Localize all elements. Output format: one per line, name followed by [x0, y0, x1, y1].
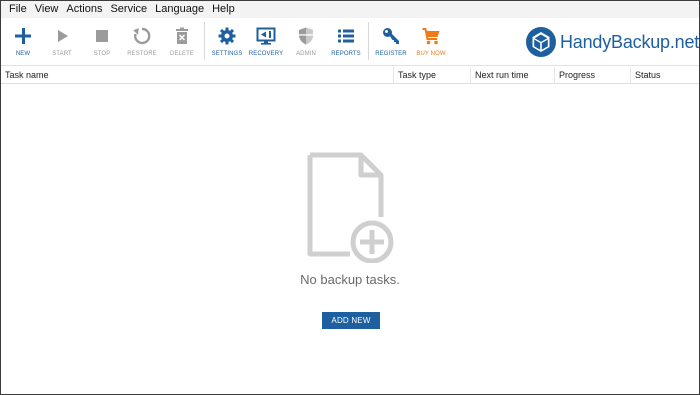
register-button[interactable]: REGISTER — [370, 18, 412, 66]
gear-icon — [218, 27, 236, 45]
menu-actions[interactable]: Actions — [62, 1, 106, 18]
column-next-run-time[interactable]: Next run time — [470, 67, 554, 84]
trash-icon — [176, 27, 188, 44]
handybackup-logo: HandyBackup.net — [525, 24, 699, 60]
recovery-label: RECOVERY — [248, 51, 284, 57]
buy-now-button[interactable]: BUY NOW — [410, 18, 452, 66]
task-list-empty-state: No backup tasks. ADD NEW — [1, 85, 699, 395]
task-table-header: Task name Task type Next run time Progre… — [1, 67, 699, 84]
new-label: NEW — [15, 51, 31, 57]
empty-message: No backup tasks. — [300, 272, 400, 287]
settings-button[interactable]: SETTINGS — [206, 18, 248, 66]
new-button[interactable]: NEW — [2, 18, 44, 66]
restore-button[interactable]: RESTORE — [121, 18, 163, 66]
new-document-icon — [307, 152, 394, 263]
admin-label: ADMIN — [296, 51, 316, 57]
menu-help[interactable]: Help — [208, 1, 239, 18]
recovery-button[interactable]: RECOVERY — [245, 18, 287, 66]
list-icon — [338, 29, 354, 43]
start-button[interactable]: START — [41, 18, 83, 66]
restore-label: RESTORE — [127, 51, 157, 57]
plus-icon — [15, 28, 31, 44]
menu-bar: File View Actions Service Language Help — [1, 1, 699, 18]
stop-icon — [96, 30, 108, 42]
cube-logo-icon — [526, 27, 556, 57]
cart-icon — [422, 28, 440, 45]
column-progress[interactable]: Progress — [554, 67, 630, 84]
menu-view[interactable]: View — [31, 1, 63, 18]
admin-button[interactable]: ADMIN — [285, 18, 327, 66]
menu-language[interactable]: Language — [151, 1, 208, 18]
shield-icon — [299, 27, 313, 45]
reports-button[interactable]: REPORTS — [325, 18, 367, 66]
restore-icon — [133, 27, 151, 45]
toolbar-separator — [204, 22, 205, 60]
buy-now-label: BUY NOW — [416, 51, 446, 57]
toolbar-separator — [368, 22, 369, 60]
stop-label: STOP — [93, 51, 111, 57]
logo-text: HandyBackup.net — [560, 31, 700, 52]
toolbar: NEW START STOP RESTORE DELETE SETTINGS R… — [1, 18, 699, 66]
delete-label: DELETE — [170, 51, 194, 57]
add-new-button[interactable]: ADD NEW — [322, 312, 380, 329]
register-label: REGISTER — [375, 51, 407, 57]
menu-file[interactable]: File — [5, 1, 31, 18]
column-task-type[interactable]: Task type — [393, 67, 470, 84]
monitor-icon — [256, 27, 276, 45]
reports-label: REPORTS — [331, 51, 361, 57]
stop-button[interactable]: STOP — [81, 18, 123, 66]
menu-service[interactable]: Service — [106, 1, 151, 18]
column-task-name[interactable]: Task name — [1, 67, 393, 84]
column-status[interactable]: Status — [630, 67, 699, 84]
settings-label: SETTINGS — [211, 51, 243, 57]
app-window: File View Actions Service Language Help … — [0, 0, 700, 395]
key-icon — [383, 28, 399, 44]
start-label: START — [52, 51, 72, 57]
delete-button[interactable]: DELETE — [161, 18, 203, 66]
play-icon — [58, 30, 68, 42]
